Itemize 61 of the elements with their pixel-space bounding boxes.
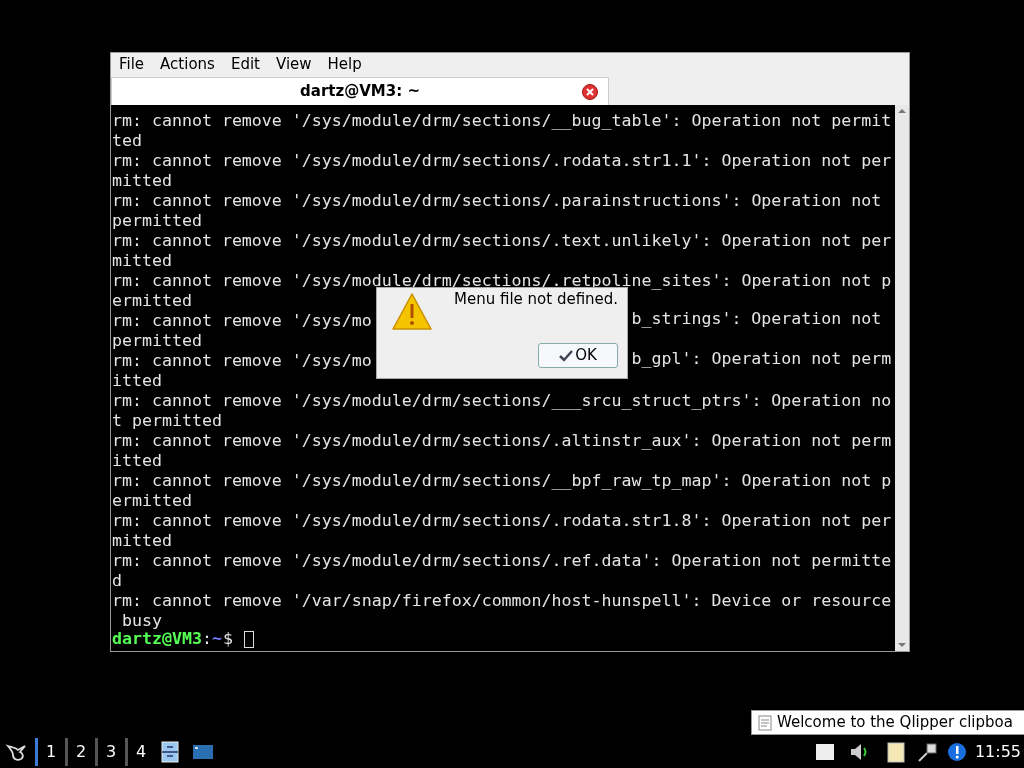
- terminal-line: rm: cannot remove '/sys/module/drm/sections/__bug_table': Operation not permit: [112, 111, 892, 130]
- terminal-line: ermitted: [112, 491, 192, 510]
- terminal-line: b_gpl': Operation not perm: [631, 349, 892, 369]
- menu-item[interactable]: View: [275, 52, 312, 76]
- terminal-line: d: [112, 571, 122, 590]
- monitor-icon[interactable]: [193, 744, 213, 760]
- terminal-line: mitted: [112, 531, 172, 550]
- terminal-line: rm: cannot remove '/sys/module/drm/sections/___srcu_struct_ptrs': Operation no: [112, 391, 892, 410]
- menu-item[interactable]: Help: [327, 52, 362, 76]
- checkmark-icon: [559, 349, 574, 362]
- dialog-message: Menu file not defined.: [454, 290, 619, 310]
- terminal-line: busy: [121, 611, 162, 630]
- desktop-switcher[interactable]: 3: [95, 738, 125, 766]
- terminal-line: rm: cannot remove '/sys/module/drm/sections/.text.unlikely': Operation not per: [112, 231, 892, 250]
- terminal-line: itted: [112, 371, 162, 390]
- terminal-line: rm: cannot remove '/sys/module/drm/sections/.ref.data': Operation not permitte: [112, 551, 892, 570]
- terminal-line: rm: cannot remove '/sys/module/drm/sections/.rodata.str1.8': Operation not per: [112, 511, 892, 530]
- scrollbar[interactable]: [895, 105, 909, 651]
- terminal-tab[interactable]: dartz@VM3: ~: [111, 77, 609, 105]
- terminal-line: rm: cannot remove '/sys/mo: [112, 311, 372, 330]
- desktop-switcher[interactable]: 1: [35, 738, 65, 766]
- terminal-line: t permitted: [112, 411, 222, 430]
- terminal-line: permitted: [112, 331, 202, 350]
- ok-button[interactable]: OK: [538, 343, 618, 368]
- menu-item[interactable]: File: [119, 52, 145, 76]
- terminal-line: rm: cannot remove '/sys/module/drm/sections/.retpoline_sites': Operation not p: [112, 271, 892, 290]
- menu-item[interactable]: Actions: [160, 52, 215, 76]
- desktop-switcher[interactable]: 4: [125, 738, 155, 766]
- warning-icon: [391, 292, 433, 332]
- terminal-line: rm: cannot remove '/sys/module/drm/sections/.parainstructions': Operation not: [112, 191, 882, 210]
- terminal-line: mitted: [112, 171, 172, 190]
- notification-popup[interactable]: Welcome to the Qlipper clipboa: [751, 710, 1024, 735]
- terminal-line: rm: cannot remove '/sys/module/drm/sections/.altinstr_aux': Operation not perm: [112, 431, 892, 450]
- file-cabinet-icon[interactable]: [161, 741, 179, 763]
- terminal-line: mitted: [112, 251, 172, 270]
- desktop-switcher[interactable]: 2: [65, 738, 95, 766]
- prompt-symbol: $: [222, 629, 233, 649]
- prompt-user-host: dartz@VM3: [112, 629, 202, 649]
- info-icon[interactable]: [946, 742, 967, 762]
- terminal-line: rm: cannot remove '/sys/module/drm/sections/__bpf_raw_tp_map': Operation not p: [112, 471, 892, 490]
- terminal-line: ted: [112, 131, 142, 150]
- prompt-colon: :: [201, 629, 212, 649]
- scroll-up-icon[interactable]: [897, 107, 907, 115]
- terminal-line: ermitted: [112, 291, 192, 310]
- terminal-line: rm: cannot remove '/var/snap/firefox/common/host-hunspell': Device or resource: [112, 591, 892, 610]
- clock[interactable]: 11:55: [974, 740, 1021, 764]
- drive-icon[interactable]: [814, 743, 835, 761]
- menu-item[interactable]: Edit: [230, 52, 260, 76]
- terminal-line: permitted: [112, 211, 202, 230]
- terminal-line: b_strings': Operation not: [631, 309, 882, 329]
- notepad-icon: [758, 714, 772, 731]
- network-plug-icon[interactable]: [916, 741, 939, 763]
- terminal-line: rm: cannot remove '/sys/module/drm/sections/.rodata.str1.1': Operation not per: [112, 151, 892, 170]
- prompt-path: ~: [211, 629, 222, 649]
- clipboard-icon[interactable]: [884, 741, 907, 763]
- text-cursor: [243, 630, 254, 648]
- scroll-down-icon[interactable]: [897, 641, 907, 649]
- terminal-line: rm: cannot remove '/sys/mo: [112, 351, 372, 370]
- terminal-output[interactable]: [111, 105, 895, 651]
- terminal-line: itted: [112, 451, 162, 470]
- close-icon[interactable]: [582, 84, 598, 100]
